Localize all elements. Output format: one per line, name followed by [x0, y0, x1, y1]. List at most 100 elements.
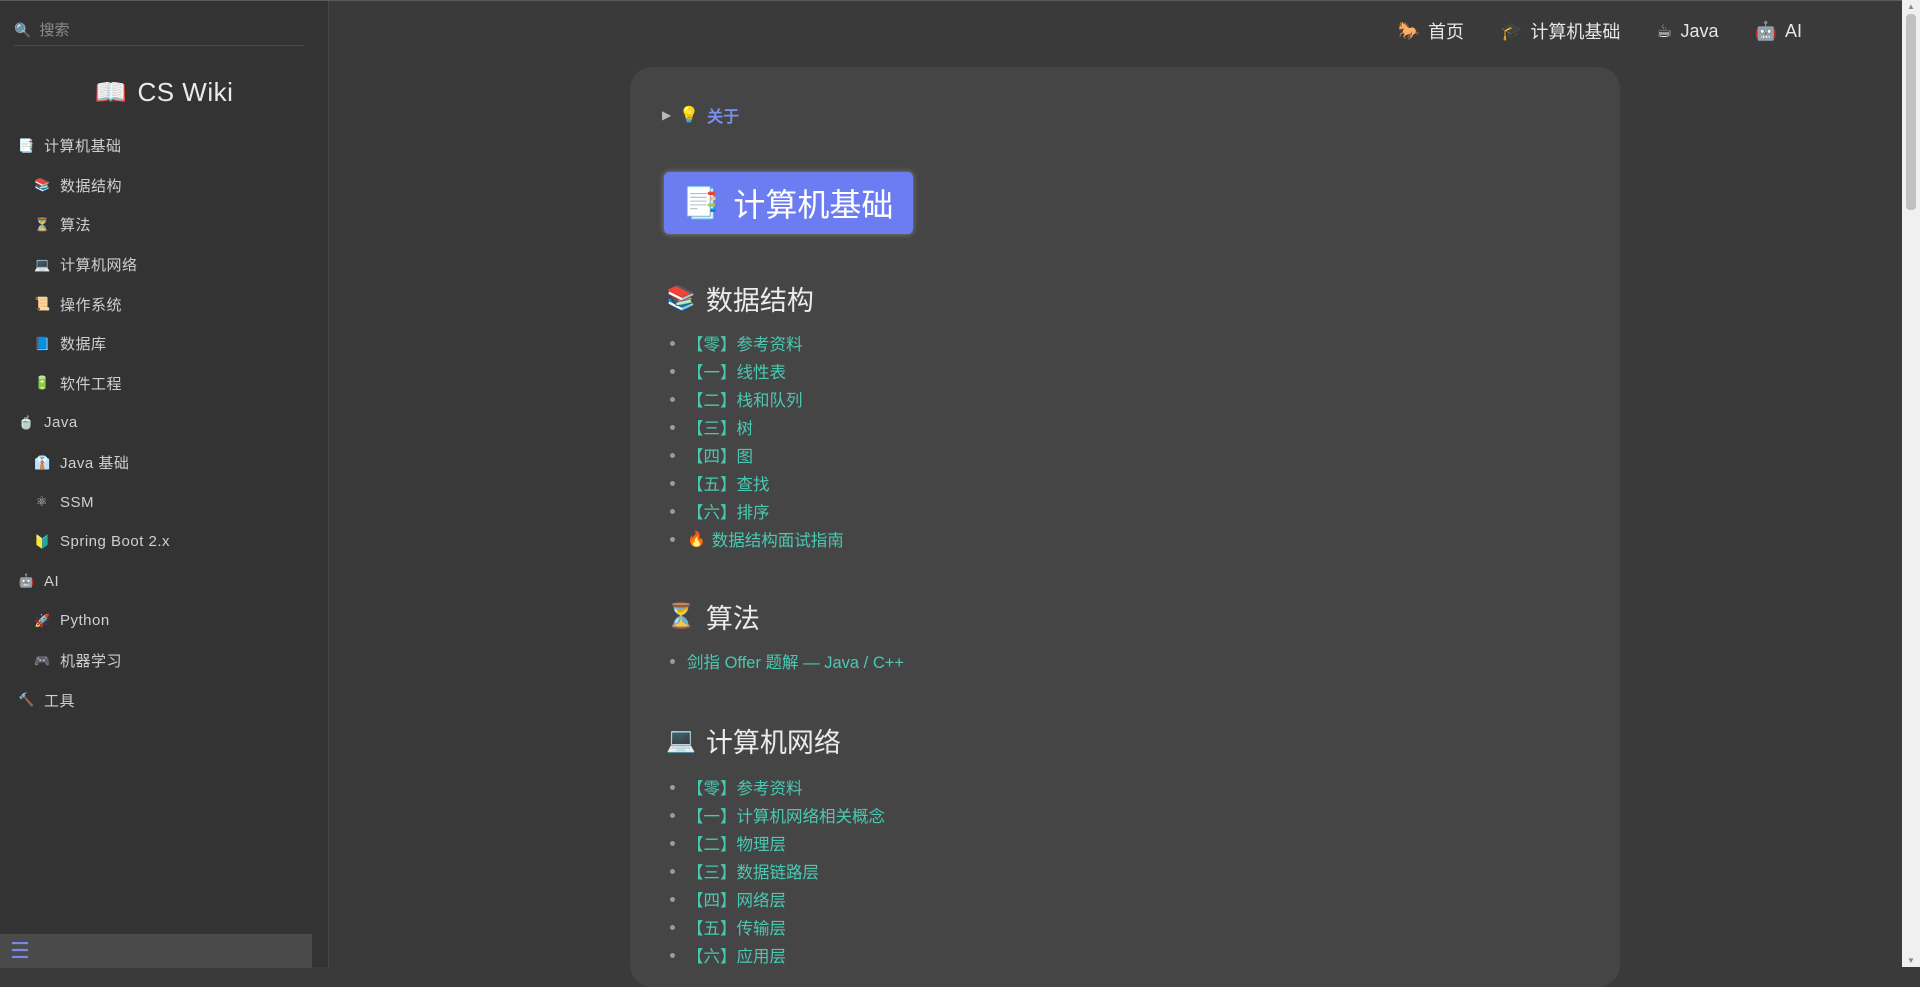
- sidebar-toggle-button[interactable]: ☰: [0, 934, 312, 968]
- sidebar-item-label: Java 基础: [60, 455, 130, 473]
- list-item-link[interactable]: 【三】数据链路层: [670, 857, 885, 885]
- sidebar-item-computer-basics[interactable]: 📑 计算机基础: [0, 126, 328, 166]
- link-text: 数据结构面试指南: [711, 532, 844, 550]
- list-item-link[interactable]: 【二】栈和队列: [670, 385, 844, 413]
- list-item-link[interactable]: 【二】物理层: [670, 829, 885, 857]
- sidebar-item-label: 计算机网络: [60, 257, 138, 275]
- sidebar-item-label: Java: [44, 414, 78, 432]
- sidebar-item-label: 算法: [60, 217, 92, 235]
- sidebar-nav: 📑 计算机基础 📚 数据结构 ⏳ 算法 💻 计算机网络 📜 操作系统 📘 数据库 🔋 软件工程…: [0, 126, 328, 720]
- hammer-icon: 🔨: [18, 692, 35, 708]
- top-nav: 🐎 首页 🎓 计算机基础 ☕ Java 🤖 AI: [1398, 18, 1802, 44]
- link-list-algorithms: 剑指 Offer 题解 — Java / C++: [670, 647, 904, 675]
- sidebar-item-label: AI: [44, 572, 60, 590]
- atom-icon: ⚛: [35, 494, 49, 510]
- section-heading-text: 算法: [705, 604, 760, 634]
- blue-book-icon: 📘: [34, 335, 51, 351]
- hamburger-menu-icon: ☰: [10, 938, 30, 963]
- link-list-networks: 【零】参考资料 【一】计算机网络相关概念 【二】物理层 【三】数据链路层 【四】…: [670, 773, 885, 969]
- page-title-text: 计算机基础: [733, 187, 894, 223]
- section-heading-data-structures: 📚 数据结构: [666, 279, 814, 318]
- light-bulb-icon: 💡: [679, 107, 700, 124]
- sidebar-item-ssm[interactable]: ⚛ SSM: [0, 482, 328, 522]
- sidebar-item-os[interactable]: 📜 操作系统: [0, 284, 328, 324]
- sidebar-item-data-structures[interactable]: 📚 数据结构: [0, 166, 328, 206]
- topnav-label: AI: [1784, 20, 1802, 41]
- sidebar-item-label: SSM: [60, 493, 95, 511]
- sidebar-item-ai[interactable]: 🤖 AI: [0, 562, 328, 602]
- sidebar-item-label: Python: [60, 612, 110, 630]
- sidebar-item-ml[interactable]: 🎮 机器学习: [0, 641, 328, 681]
- list-item-link[interactable]: 剑指 Offer 题解 — Java / C++: [670, 647, 904, 675]
- list-item-link[interactable]: 【四】网络层: [670, 885, 885, 913]
- list-item-link[interactable]: 【一】线性表: [670, 357, 844, 385]
- robot-icon: 🤖: [1754, 20, 1777, 41]
- bookmark-tabs-icon: 📑: [682, 186, 720, 220]
- sidebar-item-java[interactable]: 🍵 Java: [0, 403, 328, 443]
- topnav-computer-basics[interactable]: 🎓 计算机基础: [1500, 18, 1620, 44]
- scroll-down-arrow-icon[interactable]: ▼: [1907, 956, 1915, 965]
- sidebar-item-label: 操作系统: [60, 296, 123, 314]
- content-card: ▶ 💡 关于 📑 计算机基础 📚 数据结构 【零】参考资料 【一】线性表 【二】…: [630, 67, 1620, 987]
- list-item-link[interactable]: 【零】参考资料: [670, 329, 844, 357]
- section-heading-text: 计算机网络: [705, 728, 841, 758]
- section-heading-networks: 💻 计算机网络: [666, 721, 841, 760]
- link-list-data-structures: 【零】参考资料 【一】线性表 【二】栈和队列 【三】树 【四】图 【五】查找 【…: [670, 329, 844, 553]
- list-item-link[interactable]: 【三】树: [670, 413, 844, 441]
- topnav-home[interactable]: 🐎 首页: [1398, 18, 1464, 44]
- topnav-ai[interactable]: 🤖 AI: [1755, 18, 1802, 44]
- page-scrollbar[interactable]: ▲ ▼: [1902, 0, 1920, 967]
- beginner-icon: 🔰: [34, 533, 51, 549]
- section-heading-text: 数据结构: [705, 286, 814, 316]
- bookmark-tabs-icon: 📑: [18, 137, 35, 153]
- list-item-link[interactable]: 【四】图: [670, 441, 844, 469]
- tea-icon: 🍵: [18, 414, 35, 430]
- hourglass-icon: ⏳: [34, 216, 51, 232]
- topnav-java[interactable]: ☕ Java: [1656, 18, 1718, 44]
- page-title: 📑 计算机基础: [664, 172, 914, 234]
- sidebar-item-java-basics[interactable]: 👔 Java 基础: [0, 443, 328, 483]
- sidebar-item-label: 数据库: [60, 336, 107, 354]
- sidebar-item-database[interactable]: 📘 数据库: [0, 324, 328, 364]
- sidebar-item-spring-boot[interactable]: 🔰 Spring Boot 2.x: [0, 522, 328, 562]
- list-item-link[interactable]: 【五】传输层: [670, 913, 885, 941]
- section-heading-algorithms: ⏳ 算法: [666, 597, 760, 636]
- scrollbar-thumb[interactable]: [1906, 14, 1916, 210]
- list-item-link[interactable]: 【一】计算机网络相关概念: [670, 801, 885, 829]
- list-item-link[interactable]: 【六】排序: [670, 497, 844, 525]
- sidebar-item-networks[interactable]: 💻 计算机网络: [0, 245, 328, 285]
- sidebar-item-label: Spring Boot 2.x: [60, 533, 171, 551]
- sidebar-item-algorithms[interactable]: ⏳ 算法: [0, 205, 328, 245]
- graduation-cap-icon: 🎓: [1499, 20, 1523, 41]
- topnav-label: 计算机基础: [1530, 22, 1621, 42]
- sidebar-item-software-eng[interactable]: 🔋 软件工程: [0, 364, 328, 404]
- about-label: 关于: [707, 109, 740, 126]
- fire-icon: 🔥: [687, 531, 706, 548]
- books-icon: 📚: [666, 285, 696, 312]
- sidebar-item-python[interactable]: 🚀 Python: [0, 601, 328, 641]
- search-box[interactable]: 🔍: [14, 15, 304, 46]
- laptop-icon: 💻: [34, 256, 51, 272]
- open-book-icon: 📖: [94, 77, 128, 107]
- horse-icon: 🐎: [1397, 20, 1420, 41]
- list-item-link-interview-guide[interactable]: 🔥 数据结构面试指南: [670, 525, 844, 553]
- site-logo[interactable]: 📖 CS Wiki: [0, 77, 328, 108]
- about-toggle[interactable]: ▶ 💡 关于: [662, 103, 739, 127]
- search-icon: 🔍: [14, 21, 32, 38]
- gamepad-icon: 🎮: [34, 652, 51, 668]
- sidebar-item-tools[interactable]: 🔨 工具: [0, 680, 328, 720]
- sidebar: 🔍 📖 CS Wiki 📑 计算机基础 📚 数据结构 ⏳ 算法 💻 计算机网络 📜 操作系统…: [0, 1, 329, 968]
- list-item-link[interactable]: 【五】查找: [670, 469, 844, 497]
- list-item-link[interactable]: 【零】参考资料: [670, 773, 885, 801]
- list-item-link[interactable]: 【六】应用层: [670, 941, 885, 969]
- rocket-icon: 🚀: [34, 612, 51, 628]
- necktie-icon: 👔: [34, 454, 51, 470]
- sidebar-item-label: 机器学习: [60, 653, 123, 671]
- topnav-label: Java: [1680, 20, 1719, 41]
- search-input[interactable]: [37, 20, 292, 40]
- scroll-up-arrow-icon[interactable]: ▲: [1907, 2, 1915, 11]
- expand-triangle-icon: ▶: [662, 108, 672, 122]
- battery-icon: 🔋: [34, 375, 51, 391]
- sidebar-item-label: 工具: [44, 692, 76, 710]
- books-icon: 📚: [34, 177, 51, 193]
